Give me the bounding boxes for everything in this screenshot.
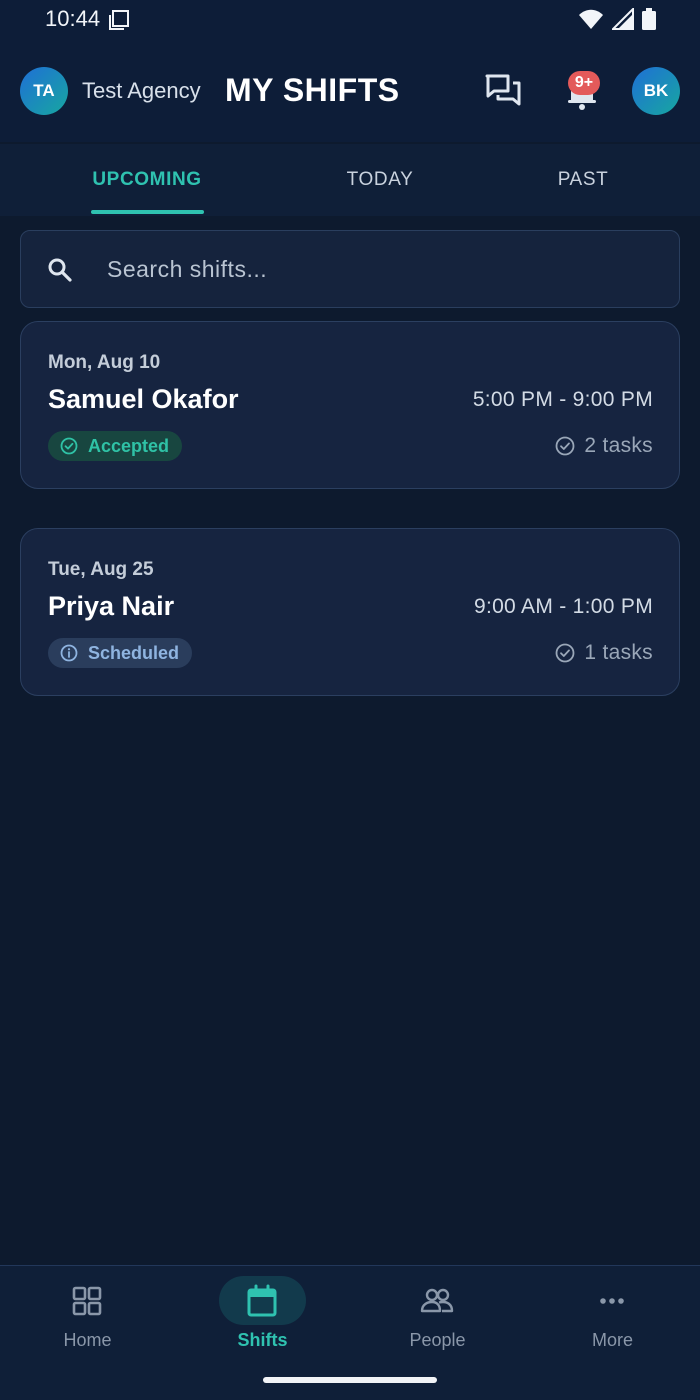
shift-time: 9:00 AM - 1:00 PM — [473, 595, 653, 618]
nav-shifts[interactable]: Shifts — [175, 1266, 350, 1366]
user-initials: BK — [643, 81, 669, 100]
status-icons — [578, 8, 656, 30]
cell-signal-icon — [612, 8, 634, 30]
check-circle-icon — [555, 436, 575, 456]
check-circle-icon — [60, 437, 78, 455]
people-icon — [420, 1288, 454, 1313]
more-dots-icon — [600, 1298, 624, 1304]
shift-person-name: Samuel Okafor — [48, 384, 239, 414]
check-circle-icon — [555, 643, 575, 663]
nav-people[interactable]: People — [350, 1266, 525, 1366]
user-avatar[interactable]: BK — [632, 67, 680, 115]
tab-past[interactable]: PAST — [510, 144, 656, 216]
page-title: MY SHIFTS — [225, 72, 400, 108]
notification-badge: 9+ — [568, 71, 600, 95]
shift-date: Mon, Aug 10 — [48, 352, 161, 373]
battery-icon — [642, 8, 656, 30]
shift-card[interactable]: Mon, Aug 10 Samuel Okafor 5:00 PM - 9:00… — [20, 321, 680, 489]
shift-tabs: UPCOMING TODAY PAST — [0, 144, 700, 216]
shift-person-name: Priya Nair — [48, 591, 175, 621]
status-label: Accepted — [88, 435, 170, 456]
task-count-label: 2 tasks — [584, 434, 653, 457]
app-bar: TA Test Agency MY SHIFTS 9+ BK — [0, 40, 700, 142]
agency-initials: TA — [33, 81, 55, 100]
status-label: Scheduled — [88, 642, 180, 663]
nav-people-label: People — [409, 1330, 466, 1350]
task-count-label: 1 tasks — [584, 641, 653, 664]
chat-icon[interactable] — [484, 73, 522, 109]
tab-upcoming[interactable]: UPCOMING — [62, 144, 232, 216]
status-bar: 10:44 — [0, 0, 700, 40]
grid-icon — [72, 1286, 102, 1316]
shift-card[interactable]: Tue, Aug 25 Priya Nair 9:00 AM - 1:00 PM… — [20, 528, 680, 696]
info-icon — [60, 644, 78, 662]
search-box[interactable] — [20, 230, 680, 308]
task-count: 2 tasks — [555, 434, 653, 458]
calendar-icon — [247, 1284, 277, 1317]
status-badge: Scheduled — [48, 638, 193, 668]
agency-name: Test Agency — [82, 78, 201, 103]
nav-home[interactable]: Home — [0, 1266, 175, 1366]
status-time: 10:44 — [45, 6, 101, 31]
nav-more-label: More — [591, 1330, 633, 1350]
active-tab-indicator — [91, 210, 204, 214]
home-indicator[interactable] — [263, 1377, 437, 1383]
shift-date: Tue, Aug 25 — [48, 559, 154, 580]
agency-avatar[interactable]: TA — [20, 67, 68, 115]
wifi-icon — [579, 9, 603, 29]
task-count: 1 tasks — [555, 641, 653, 665]
status-badge: Accepted — [48, 431, 183, 461]
nav-more[interactable]: More — [525, 1266, 700, 1366]
search-input[interactable] — [107, 249, 647, 289]
screen-record-icon — [109, 10, 129, 30]
nav-shifts-label: Shifts — [237, 1330, 288, 1350]
shift-time: 5:00 PM - 9:00 PM — [472, 388, 653, 411]
nav-home-label: Home — [63, 1330, 112, 1350]
tab-today[interactable]: TODAY — [300, 144, 460, 216]
search-icon — [48, 258, 72, 282]
